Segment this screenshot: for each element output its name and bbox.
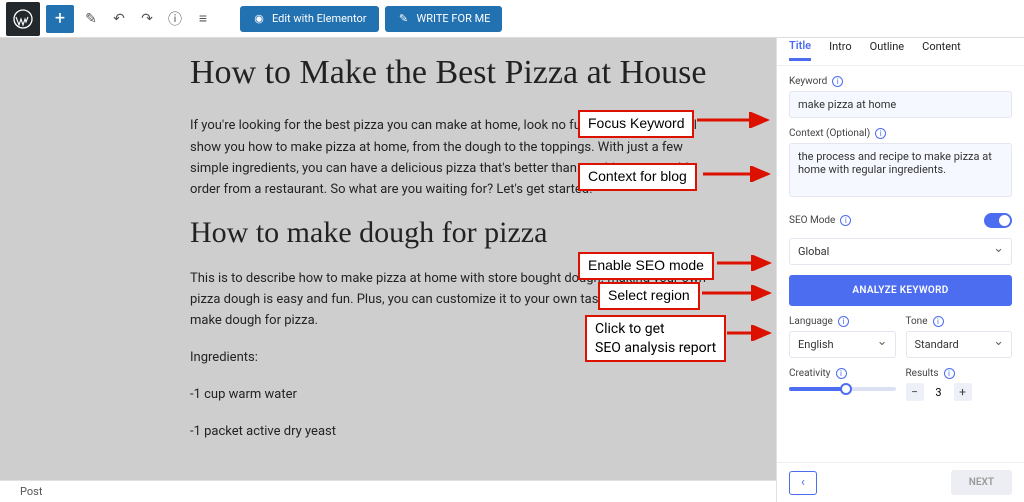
post-title[interactable]: How to Make the Best Pizza at House — [190, 52, 710, 93]
results-value: 3 — [928, 386, 950, 399]
panel-tabs: Title Intro Outline Content — [777, 34, 1024, 66]
info-icon[interactable]: i — [875, 128, 886, 139]
tone-label: Tone i — [906, 316, 1013, 327]
results-label: Results i — [906, 368, 1013, 379]
panel-body: Keyword i Context (Optional) i the proce… — [777, 66, 1024, 462]
status-bar: Post — [0, 480, 776, 502]
outline-icon[interactable]: ≡ — [192, 8, 214, 30]
seo-mode-label: SEO Mode i — [789, 215, 851, 226]
region-select[interactable]: Global — [789, 238, 1012, 265]
arrow-icon — [703, 166, 778, 182]
context-input[interactable]: the process and recipe to make pizza at … — [789, 143, 1012, 197]
top-toolbar: + ✎ ↶ ↷ ⓘ ≡ ◉ Edit with Elementor ✎ WRIT… — [0, 0, 1024, 38]
info-icon[interactable]: ⓘ — [164, 8, 186, 30]
tone-select[interactable]: Standard — [906, 331, 1013, 358]
genie-panel: genie ✕ Title Intro Outline Content Keyw… — [776, 0, 1024, 502]
tab-outline[interactable]: Outline — [870, 40, 905, 59]
wordpress-logo[interactable] — [6, 2, 40, 36]
paragraph[interactable]: -1 packet active dry yeast — [190, 421, 710, 442]
info-icon[interactable]: i — [838, 316, 849, 327]
annotation-context: Context for blog — [578, 163, 697, 191]
info-icon[interactable]: i — [836, 368, 847, 379]
annotation-focus-keyword: Focus Keyword — [578, 110, 694, 138]
language-label: Language i — [789, 316, 896, 327]
arrow-icon — [702, 285, 779, 301]
arrow-icon — [727, 325, 779, 341]
creativity-label: Creativity i — [789, 368, 896, 379]
arrow-icon — [697, 112, 777, 128]
tab-content[interactable]: Content — [922, 40, 961, 59]
creativity-slider[interactable] — [789, 387, 896, 391]
elementor-icon: ◉ — [252, 12, 266, 26]
info-icon[interactable]: i — [840, 215, 851, 226]
undo-icon[interactable]: ↶ — [108, 8, 130, 30]
seo-mode-toggle[interactable] — [984, 213, 1012, 228]
edit-elementor-button[interactable]: ◉ Edit with Elementor — [240, 6, 379, 32]
panel-footer: ‹ NEXT — [777, 462, 1024, 502]
increment-button[interactable]: + — [954, 383, 972, 401]
arrow-icon — [717, 255, 779, 271]
keyword-input[interactable] — [789, 91, 1012, 118]
decrement-button[interactable]: − — [906, 383, 924, 401]
tab-title[interactable]: Title — [789, 39, 811, 61]
info-icon[interactable]: i — [944, 368, 955, 379]
add-block-button[interactable]: + — [46, 5, 74, 33]
paragraph[interactable]: -1 cup warm water — [190, 384, 710, 405]
keyword-label: Keyword i — [789, 76, 1012, 87]
analyze-keyword-button[interactable]: ANALYZE KEYWORD — [789, 275, 1012, 306]
heading[interactable]: How to make dough for pizza — [190, 216, 710, 250]
write-for-me-label: WRITE FOR ME — [417, 12, 491, 25]
annotation-seo-mode: Enable SEO mode — [578, 252, 714, 280]
pencil-icon[interactable]: ✎ — [80, 8, 102, 30]
pen-icon: ✎ — [397, 12, 411, 26]
tab-intro[interactable]: Intro — [829, 40, 852, 59]
next-button[interactable]: NEXT — [951, 470, 1012, 495]
back-button[interactable]: ‹ — [789, 471, 817, 495]
annotation-analyze: Click to getSEO analysis report — [585, 315, 726, 362]
redo-icon[interactable]: ↷ — [136, 8, 158, 30]
status-text: Post — [20, 485, 42, 498]
info-icon[interactable]: i — [933, 316, 944, 327]
write-for-me-button[interactable]: ✎ WRITE FOR ME — [385, 6, 503, 32]
results-stepper: − 3 + — [906, 383, 1013, 401]
info-icon[interactable]: i — [832, 76, 843, 87]
context-label: Context (Optional) i — [789, 128, 1012, 139]
annotation-region: Select region — [598, 282, 700, 310]
language-select[interactable]: English — [789, 331, 896, 358]
slider-thumb[interactable] — [840, 383, 852, 395]
edit-elementor-label: Edit with Elementor — [272, 12, 367, 25]
